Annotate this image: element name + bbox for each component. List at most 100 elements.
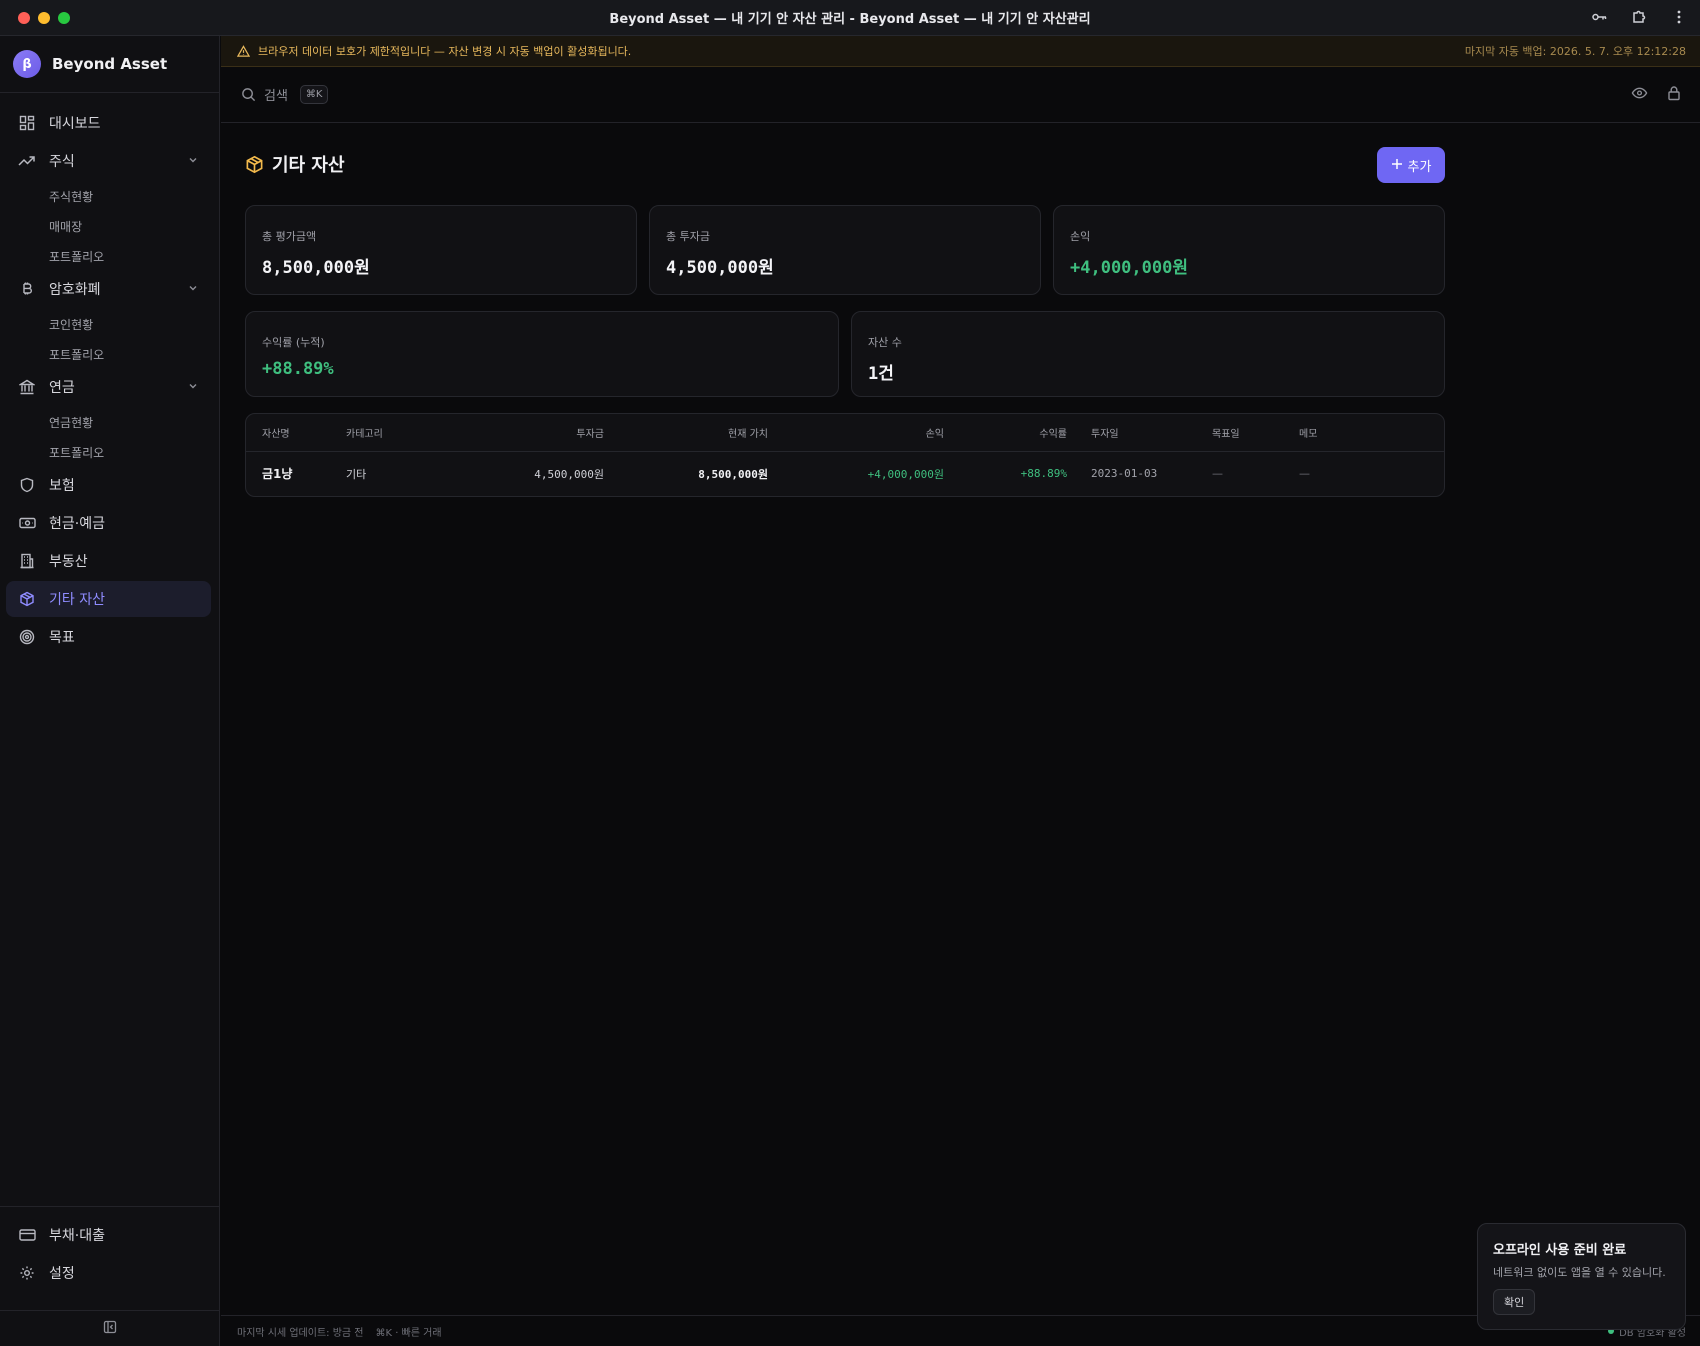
column-header[interactable]: 투자일 — [1067, 414, 1212, 452]
card-value: 1건 — [868, 364, 894, 384]
add-button-label: 추가 — [1407, 158, 1432, 174]
card-label: 총 평가금액 — [262, 230, 317, 243]
card-value: 8,500,000원 — [262, 258, 370, 278]
sidebar-item-label: 보험 — [49, 478, 75, 494]
return-rate-card: 수익률 (누적) +88.89% — [245, 311, 839, 397]
column-header[interactable]: 자산명 — [246, 414, 346, 452]
cell-invest-date: 2023-01-03 — [1091, 467, 1158, 481]
sidebar-item-dashboard[interactable]: 대시보드 — [6, 105, 211, 141]
sidebar-collapse-icon — [103, 1319, 117, 1338]
sidebar-item-debt[interactable]: 부채·대출 — [6, 1217, 212, 1253]
search-trigger[interactable]: 검색 — [264, 85, 288, 104]
card-label: 자산 수 — [868, 336, 902, 349]
cell-current-value: 8,500,000원 — [698, 467, 768, 481]
collapse-sidebar-button[interactable] — [0, 1310, 220, 1346]
asset-count-card: 자산 수 1건 — [851, 311, 1445, 397]
gear-icon — [18, 1264, 36, 1282]
sidebar-item-goals[interactable]: 목표 — [6, 619, 211, 655]
key-icon[interactable] — [1590, 8, 1608, 26]
sidebar-item-pension[interactable]: 연금 — [6, 369, 211, 405]
sidebar-item-label: 암호화폐 — [49, 282, 101, 298]
chevron-down-icon[interactable] — [187, 282, 199, 298]
toast-confirm-button[interactable]: 확인 — [1493, 1289, 1536, 1315]
top-bar: 검색 ⌘K — [221, 67, 1700, 123]
sidebar-subitem-pension-status[interactable]: 연금현황 — [6, 407, 211, 437]
minimize-window-button[interactable] — [38, 12, 50, 24]
maximize-window-button[interactable] — [58, 12, 70, 24]
plus-icon — [1391, 158, 1403, 173]
sidebar-item-settings[interactable]: 설정 — [6, 1255, 212, 1291]
search-shortcut-badge: ⌘K — [299, 85, 329, 104]
page-title: 기타 자산 — [272, 155, 345, 176]
topbar-actions — [1631, 85, 1682, 105]
toast-message: 네트워크 없이도 앱을 열 수 있습니다. — [1493, 1266, 1666, 1279]
box-icon — [245, 155, 264, 174]
sidebar-item-cash[interactable]: 현금·예금 — [6, 505, 211, 541]
summary-cards-row-1: 총 평가금액 8,500,000원 총 투자금 4,500,000원 손익 +4… — [245, 205, 1445, 295]
toast-title: 오프라인 사용 준비 완료 — [1493, 1243, 1627, 1258]
window-title: Beyond Asset — 내 기기 안 자산 관리 - Beyond Ass… — [609, 12, 1091, 27]
chevron-down-icon[interactable] — [187, 380, 199, 396]
bank-icon — [18, 378, 36, 396]
column-header[interactable]: 투자금 — [446, 414, 604, 452]
column-header[interactable]: 현재 가치 — [604, 414, 768, 452]
sidebar-subitem-coin-status[interactable]: 코인현황 — [6, 309, 211, 339]
sidebar-item-label: 연금 — [49, 380, 75, 396]
cell-memo: — — [1299, 467, 1310, 481]
column-header[interactable]: 메모 — [1299, 414, 1444, 452]
sidebar-item-real-estate[interactable]: 부동산 — [6, 543, 211, 579]
search-icon[interactable] — [241, 87, 256, 102]
profit-card: 손익 +4,000,000원 — [1053, 205, 1445, 295]
cell-profit: +4,000,000원 — [867, 467, 944, 481]
sidebar-item-label: 부채·대출 — [49, 1228, 105, 1244]
cell-invested: 4,500,000원 — [534, 467, 604, 481]
column-header[interactable]: 목표일 — [1212, 414, 1299, 452]
sidebar-bottom-nav: 부채·대출 설정 — [0, 1206, 220, 1310]
sidebar-item-label: 기타 자산 — [49, 592, 105, 608]
add-asset-button[interactable]: 추가 — [1377, 147, 1445, 183]
offline-ready-toast: 오프라인 사용 준비 완료 네트워크 없이도 앱을 열 수 있습니다. 확인 — [1477, 1223, 1686, 1330]
sidebar-item-label: 대시보드 — [49, 116, 101, 132]
brand[interactable]: β Beyond Asset — [0, 36, 219, 93]
sidebar-item-other-assets[interactable]: 기타 자산 — [6, 581, 211, 617]
lock-icon[interactable] — [1666, 85, 1682, 105]
sidebar-item-crypto[interactable]: 암호화폐 — [6, 271, 211, 307]
credit-card-icon — [18, 1226, 36, 1244]
sidebar-subitem-stock-status[interactable]: 주식현황 — [6, 181, 211, 211]
sidebar-item-label: 부동산 — [49, 554, 88, 570]
warning-icon — [237, 44, 250, 58]
sidebar-item-stocks[interactable]: 주식 — [6, 143, 211, 179]
sidebar-item-label: 주식 — [49, 154, 75, 170]
card-value: +88.89% — [262, 359, 334, 379]
column-header[interactable]: 수익률 — [944, 414, 1067, 452]
card-value: +4,000,000원 — [1070, 258, 1188, 278]
banner-message: 브라우저 데이터 보호가 제한적입니다 — 자산 변경 시 자동 백업이 활성화… — [258, 45, 632, 58]
eye-icon[interactable] — [1631, 85, 1648, 105]
table-row[interactable]: 금1냥 기타 4,500,000원 8,500,000원 +4,000,000원… — [246, 451, 1444, 496]
more-vertical-icon[interactable] — [1670, 8, 1688, 26]
main-content: 기타 자산 추가 총 평가금액 8,500,000원 총 투자금 4,500,0… — [245, 123, 1445, 497]
sidebar-subitem-trade-log[interactable]: 매매장 — [6, 211, 211, 241]
bitcoin-icon — [18, 280, 36, 298]
table-header-row: 자산명 카테고리 투자금 현재 가치 손익 수익률 투자일 목표일 메모 — [246, 414, 1444, 452]
trending-up-icon — [18, 152, 36, 170]
sidebar-subitem-crypto-portfolio[interactable]: 포트폴리오 — [6, 339, 211, 369]
chevron-down-icon[interactable] — [187, 154, 199, 170]
sidebar-subitem-pension-portfolio[interactable]: 포트폴리오 — [6, 437, 211, 467]
card-label: 총 투자금 — [666, 230, 710, 243]
summary-cards-row-2: 수익률 (누적) +88.89% 자산 수 1건 — [245, 311, 1445, 397]
cell-return-rate: +88.89% — [1020, 467, 1067, 481]
dashboard-icon — [18, 114, 36, 132]
close-window-button[interactable] — [18, 12, 30, 24]
last-price-update: 마지막 시세 업데이트: 방금 전 — [237, 1327, 364, 1339]
column-header[interactable]: 카테고리 — [346, 414, 446, 452]
column-header[interactable]: 손익 — [768, 414, 944, 452]
sidebar-subitem-stock-portfolio[interactable]: 포트폴리오 — [6, 241, 211, 271]
cell-category: 기타 — [346, 467, 367, 481]
sidebar-item-insurance[interactable]: 보험 — [6, 467, 211, 503]
sidebar-item-label: 설정 — [49, 1266, 75, 1282]
card-value: 4,500,000원 — [666, 258, 774, 278]
titlebar-actions — [1590, 8, 1688, 26]
extension-icon[interactable] — [1630, 8, 1648, 26]
window-controls — [18, 12, 70, 24]
